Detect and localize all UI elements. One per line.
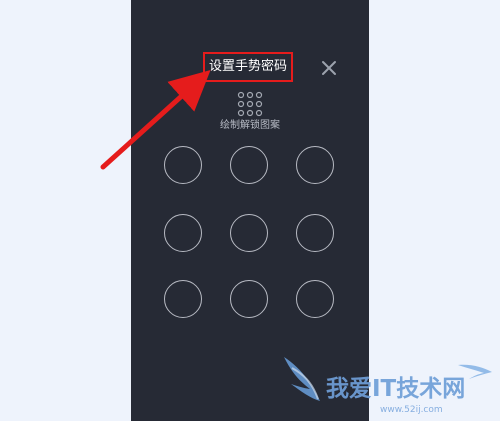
watermark: 我爱IT技术网 www.52ij.com: [276, 343, 500, 421]
pattern-node-4[interactable]: [164, 214, 202, 252]
pattern-node-2[interactable]: [230, 146, 268, 184]
close-icon[interactable]: [319, 58, 339, 78]
screenshot-page: 设置手势密码 绘制解锁图案 我爱IT技术网 www.52ij.com: [0, 0, 500, 421]
page-title: 设置手势密码: [203, 52, 293, 82]
pattern-node-7[interactable]: [164, 280, 202, 318]
pattern-node-9[interactable]: [296, 280, 334, 318]
pattern-node-5[interactable]: [230, 214, 268, 252]
pattern-node-8[interactable]: [230, 280, 268, 318]
pattern-node-6[interactable]: [296, 214, 334, 252]
close-icon-svg: [322, 61, 336, 75]
gesture-pattern-grid[interactable]: [164, 146, 336, 320]
dots-grid-icon: [237, 91, 263, 117]
pattern-node-3[interactable]: [296, 146, 334, 184]
watermark-url: www.52ij.com: [380, 405, 443, 415]
dots-grid-icon-svg: [237, 91, 263, 117]
pattern-node-1[interactable]: [164, 146, 202, 184]
watermark-text: 我爱IT技术网: [326, 376, 466, 402]
pattern-instruction: 绘制解锁图案: [220, 120, 280, 131]
